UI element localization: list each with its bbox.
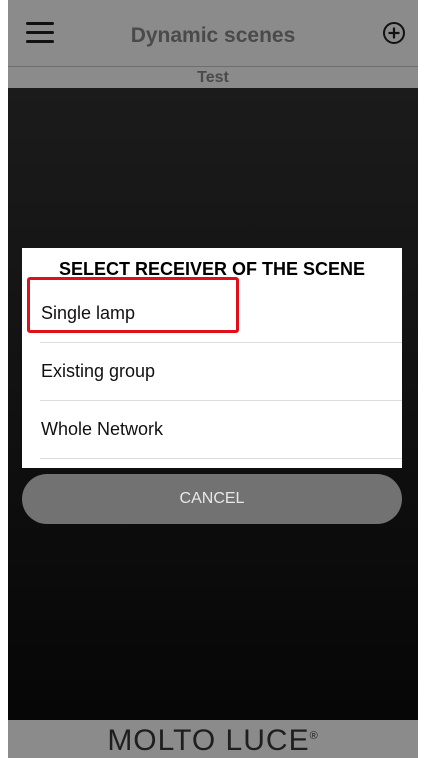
scene-name-bar: Test (8, 66, 418, 89)
brand-logo: MOLTO LUCE® (8, 724, 418, 758)
cancel-button[interactable]: CANCEL (22, 474, 402, 524)
page-title: Dynamic scenes (130, 24, 296, 47)
footer-bar: MOLTO LUCE® (8, 720, 418, 758)
divider (40, 458, 402, 459)
option-label: Whole Network (41, 419, 164, 439)
option-label: Existing group (41, 361, 156, 381)
option-existing-group[interactable]: Existing group (22, 343, 402, 400)
selection-highlight-box (27, 277, 239, 333)
add-circle-icon[interactable] (382, 21, 406, 45)
brand-name: MOLTO LUCE (107, 724, 310, 757)
top-bar: Dynamic scenes (8, 0, 418, 66)
option-whole-network[interactable]: Whole Network (22, 401, 402, 458)
trademark-symbol: ® (309, 730, 319, 742)
